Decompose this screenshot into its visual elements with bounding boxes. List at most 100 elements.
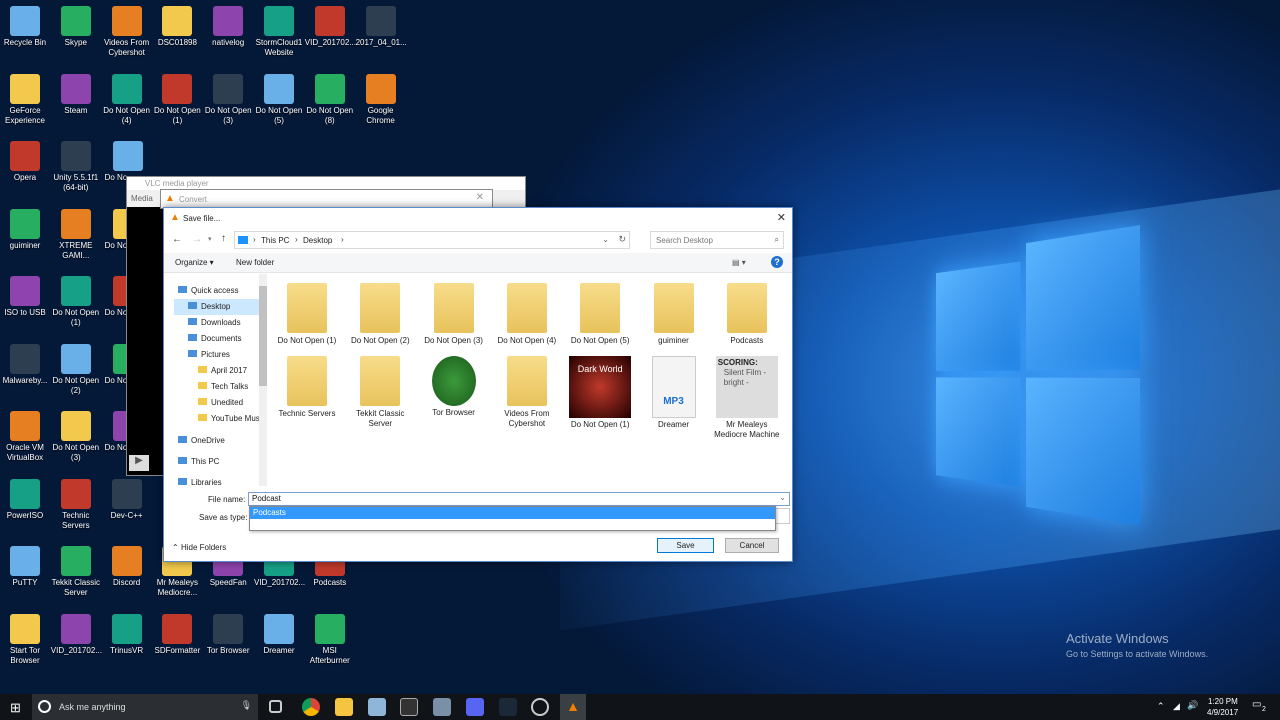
file-item[interactable]: MP3 Dreamer [639,356,709,430]
nav-item[interactable]: April 2017 [174,363,259,379]
terminal-icon[interactable] [400,698,418,716]
desktop-icon[interactable]: ISO to USB [0,276,50,318]
desktop-icon[interactable]: Dev-C++ [102,478,152,521]
desktop-icon[interactable]: Malwareby... [0,343,50,386]
desktop-icon[interactable]: Skype [51,6,101,48]
desktop-icon[interactable]: Oracle VM VirtualBox [0,411,50,463]
desktop-icon[interactable]: Do Not Open (1) [51,276,101,328]
file-item[interactable]: Do Not Open (5) [565,283,635,346]
file-item[interactable]: Do Not Open (1) [272,283,342,346]
desktop-icon[interactable]: Google Chrome [356,73,406,126]
file-item[interactable]: Do Not Open (3) [419,283,489,346]
save-button[interactable]: Save [657,538,714,553]
desktop-icon[interactable]: Do Not Open (3) [203,73,253,126]
nav-item[interactable]: Libraries [174,475,259,486]
desktop-icon[interactable]: Do Not Open (5) [254,73,304,126]
desktop-icon[interactable]: MSI Afterburner [305,613,355,666]
nav-item[interactable]: This PC [174,454,259,470]
desktop-icon[interactable]: Technic Servers [51,478,101,531]
close-icon[interactable]: ✕ [777,211,786,224]
task-view-icon[interactable] [269,700,282,713]
nav-item[interactable]: Quick access [174,283,259,299]
nav-item[interactable]: Desktop [174,299,259,315]
hide-folders-button[interactable]: ⌃ Hide Folders [172,543,226,552]
desktop-icon[interactable]: StormCloud1 Website [254,6,304,58]
file-item[interactable]: Technic Servers [272,356,342,419]
desktop-icon[interactable]: Do Not Open (8) [305,73,355,126]
nav-item[interactable]: YouTube Music [174,411,259,427]
desktop-icon[interactable]: SDFormatter [152,613,202,656]
nav-item[interactable]: Tech Talks [174,379,259,395]
breadcrumb-this-pc[interactable]: This PC [261,236,289,245]
microphone-icon[interactable]: 🎙 [241,700,252,711]
desktop-icon[interactable]: GeForce Experience [0,73,50,126]
unity-icon[interactable] [531,698,549,716]
chevron-down-icon[interactable]: ⌄ [779,493,786,502]
nav-item[interactable]: OneDrive [174,433,259,449]
desktop-icon[interactable]: 2017_04_01... [356,6,407,48]
file-item[interactable]: SCORING: Silent Film - bright - Mr Mealeys… [712,356,782,440]
file-item[interactable]: Dark World Do Not Open (1) [565,356,635,430]
save-as-type-dropdown[interactable] [775,508,790,524]
notifications-icon[interactable]: ▭ [1252,699,1261,710]
breadcrumb-desktop[interactable]: Desktop [303,236,332,245]
desktop-icon[interactable]: PowerISO [0,478,50,521]
nav-item[interactable]: Documents [174,331,259,347]
file-item[interactable]: Do Not Open (4) [492,283,562,346]
convert-window[interactable]: ▲ Convert ✕ [160,189,493,209]
back-icon[interactable]: ← [172,234,182,245]
file-explorer-icon[interactable] [335,698,353,716]
desktop-icon[interactable]: Do Not Open (4) [102,73,152,126]
desktop-icon[interactable]: Discord [102,546,152,588]
file-item[interactable]: Tor Browser [419,356,489,418]
desktop-icon[interactable]: nativelog [203,6,253,48]
file-name-input[interactable]: Podcast ⌄ [248,492,790,506]
chrome-icon[interactable] [302,698,320,716]
address-dropdown-icon[interactable]: ⌄ [602,235,609,244]
desktop-icon[interactable]: PuTTY [0,546,50,588]
refresh-icon[interactable]: ↻ [618,234,626,245]
desktop-icon[interactable]: VID_201702... [305,6,356,48]
app-icon[interactable] [433,698,451,716]
clock-date[interactable]: 4/9/2017 [1207,708,1238,717]
tray-chevron-icon[interactable]: ⌃ [1157,701,1165,712]
clock-time[interactable]: 1:20 PM [1208,697,1238,706]
desktop-icon[interactable]: guiminer [0,208,50,251]
desktop-icon[interactable]: Tekkit Classic Server [51,546,101,598]
desktop-icon[interactable]: Recycle Bin [0,6,50,48]
steam-icon[interactable] [499,698,517,716]
help-icon[interactable]: ? [771,256,783,268]
file-item[interactable]: Do Not Open (2) [345,283,415,346]
desktop-icon[interactable]: VID_201702... [51,613,102,656]
desktop-icon[interactable]: Start Tor Browser [0,613,50,666]
close-icon[interactable]: ✕ [476,192,484,203]
nav-item[interactable]: Unedited [174,395,259,411]
file-item[interactable]: Tekkit Classic Server [345,356,415,429]
file-item[interactable]: guiminer [639,283,709,346]
volume-icon[interactable]: 🔊 [1187,700,1198,711]
desktop-icon[interactable]: Do Not Open (1) [152,73,202,126]
desktop-icon[interactable]: Do Not Open (3) [51,411,101,463]
desktop-icon[interactable]: Opera [0,141,50,183]
desktop-icon[interactable]: XTREME GAMI... [51,208,101,261]
nav-item[interactable]: Downloads [174,315,259,331]
desktop-icon[interactable]: Dreamer [254,613,304,656]
file-item[interactable]: Podcasts [712,283,782,346]
autocomplete-item[interactable]: Podcasts [250,507,775,519]
discord-icon[interactable] [466,698,484,716]
up-icon[interactable]: ↑ [221,233,226,244]
view-options-icon[interactable]: ▤ ▾ [732,258,746,267]
nav-scrollbar[interactable] [259,274,267,486]
desktop-icon[interactable]: Unity 5.5.1f1 (64-bit) [51,141,101,193]
app-icon[interactable] [368,698,386,716]
new-folder-button[interactable]: New folder [236,258,274,267]
nav-item[interactable]: Pictures [174,347,259,363]
desktop-icon[interactable]: DSC01898 [152,6,202,48]
recent-chevron-icon[interactable]: ▾ [208,235,212,243]
cortana-search-box[interactable]: Ask me anything 🎙 [32,694,258,720]
play-icon[interactable]: ▶ [129,455,149,471]
vlc-icon[interactable]: ▲ [560,694,586,720]
organize-button[interactable]: Organize ▾ [175,258,214,267]
forward-icon[interactable]: → [192,234,202,245]
network-icon[interactable]: ◢ [1173,701,1180,712]
